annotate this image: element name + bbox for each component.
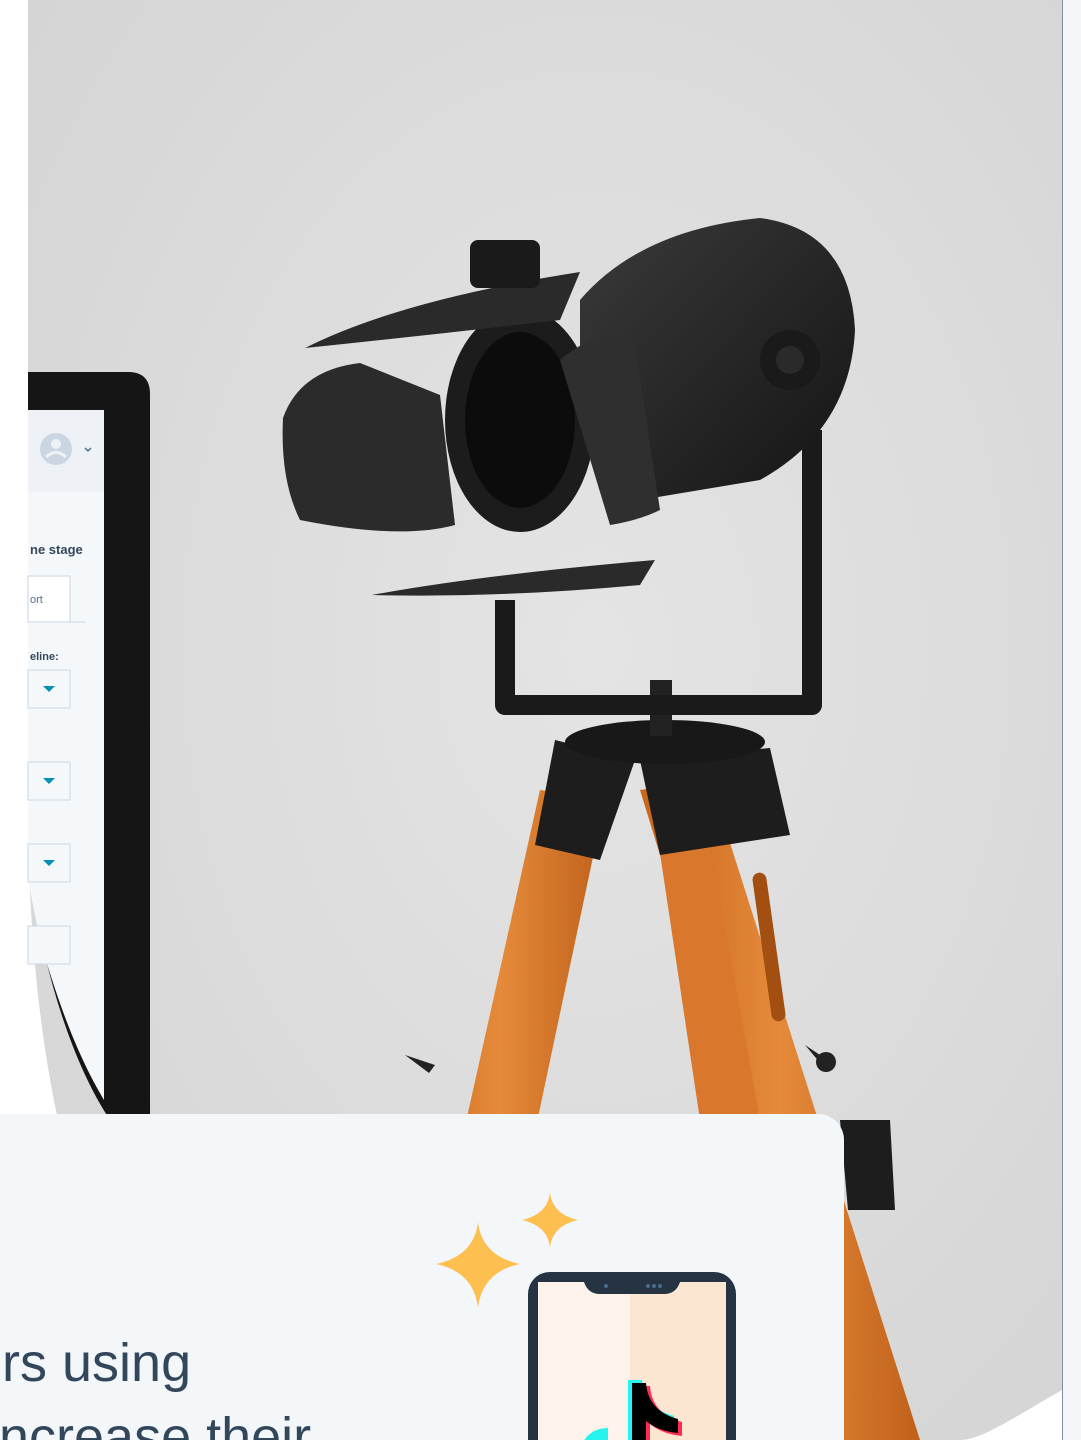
card-text-line-1: ers using (0, 1333, 192, 1393)
monitor-stage-label: ne stage (30, 542, 83, 557)
card-body-text: ers using l increase their (0, 1326, 351, 1440)
sparkle-large-icon (436, 1222, 520, 1308)
hero-section: ne stage ort eline: rs using increase th… (0, 0, 1081, 1440)
sparkle-small-icon (522, 1192, 578, 1248)
phone-icon (528, 1272, 736, 1440)
monitor-tab-label: ort (30, 594, 43, 606)
card-text-line-2: l increase their (0, 1407, 312, 1440)
monitor-pipeline-label: eline: (30, 651, 59, 663)
vertical-scrollbar[interactable] (1062, 0, 1081, 1440)
